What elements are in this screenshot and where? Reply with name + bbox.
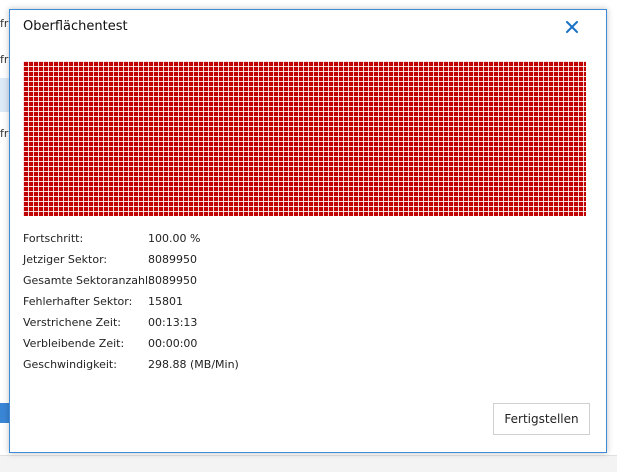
stat-value: 00:13:13 [148,316,198,329]
stat-row-total-sectors: Gesamte Sektoranzahl: 8089950 [23,273,239,294]
stat-value: 8089950 [148,253,197,266]
stat-label: Jetziger Sektor: [23,253,108,266]
stat-label: Geschwindigkeit: [23,358,117,371]
finish-button[interactable]: Fertigstellen [493,403,590,435]
stat-row-speed: Geschwindigkeit: 298.88 (MB/Min) [23,357,239,378]
stat-value: 298.88 (MB/Min) [148,358,239,371]
stat-row-elapsed-time: Verstrichene Zeit: 00:13:13 [23,315,239,336]
stat-label: Fehlerhafter Sektor: [23,295,133,308]
close-icon [566,21,578,33]
stat-value: 8089950 [148,274,197,287]
surface-test-dialog: Oberflächentest Fortschritt: 100.00 % Je… [9,9,607,453]
dialog-title: Oberflächentest [23,19,128,34]
stat-row-progress: Fortschritt: 100.00 % [23,231,239,252]
stat-value: 15801 [148,295,183,308]
stat-value: 100.00 % [148,232,201,245]
stat-value: 00:00:00 [148,337,198,350]
background-bottom-bar [0,455,617,472]
stat-row-current-sector: Jetziger Sektor: 8089950 [23,252,239,273]
stat-label: Verbleibende Zeit: [23,337,125,350]
stat-row-bad-sectors: Fehlerhafter Sektor: 15801 [23,294,239,315]
stat-row-remaining-time: Verbleibende Zeit: 00:00:00 [23,336,239,357]
stat-label: Gesamte Sektoranzahl: [23,274,152,287]
stats-list: Fortschritt: 100.00 % Jetziger Sektor: 8… [23,231,239,378]
stat-label: Fortschritt: [23,232,84,245]
close-button[interactable] [560,15,584,39]
sector-grid [23,61,586,216]
stat-label: Verstrichene Zeit: [23,316,121,329]
